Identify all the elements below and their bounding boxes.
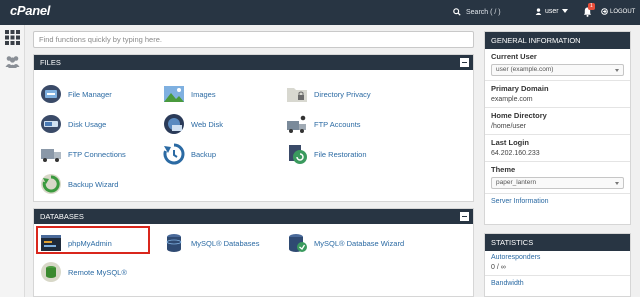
- file-restoration-link[interactable]: File Restoration: [286, 143, 367, 165]
- theme-label: Theme: [491, 165, 516, 174]
- folder-lock-icon: [287, 88, 307, 102]
- mysql-databases-link[interactable]: MySQL® Databases: [163, 232, 259, 254]
- remote-mysql-link[interactable]: Remote MySQL®: [40, 261, 127, 283]
- left-rail: [0, 25, 25, 297]
- file-manager-link[interactable]: File Manager: [40, 83, 112, 105]
- general-information-panel: GENERAL INFORMATION Current User user (e…: [484, 31, 631, 225]
- directory-privacy-link[interactable]: Directory Privacy: [286, 83, 371, 105]
- directory-privacy-label: Directory Privacy: [314, 89, 371, 99]
- backup-link[interactable]: Backup: [163, 143, 216, 165]
- theme-row: Theme paper_lantern: [485, 162, 630, 194]
- images-label: Images: [191, 89, 216, 99]
- home-directory-row: Home Directory /home/user: [485, 108, 630, 135]
- chevron-down-icon: [561, 9, 568, 13]
- files-title: FILES: [40, 58, 61, 67]
- users-icon[interactable]: [5, 54, 20, 69]
- mysql-database-wizard-label: MySQL® Database Wizard: [314, 238, 405, 248]
- primary-domain-label: Primary Domain: [491, 84, 549, 93]
- database-wizard-icon: [289, 234, 307, 252]
- backup-wizard-icon: [41, 174, 61, 194]
- theme-select[interactable]: paper_lantern: [491, 177, 624, 189]
- phpmyadmin-label: phpMyAdmin: [68, 238, 112, 248]
- current-user-select[interactable]: user (example.com): [491, 64, 624, 76]
- backup-icon: [163, 143, 185, 165]
- top-bar: cPanel Search ( / ) user 1 LOGOUT: [0, 0, 640, 25]
- statistics-panel: STATISTICS Autoresponders 0 / ∞ Bandwidt…: [484, 233, 631, 297]
- logout-label: LOGOUT: [610, 8, 636, 15]
- backup-wizard-label: Backup Wizard: [68, 179, 119, 189]
- cpanel-logo[interactable]: cPanel: [10, 3, 50, 18]
- file-manager-label: File Manager: [68, 89, 112, 99]
- images-link[interactable]: Images: [163, 83, 216, 105]
- current-user-row: Current User user (example.com): [485, 49, 630, 81]
- autoresponders-value: 0 / ∞: [491, 264, 506, 271]
- files-panel: FILES File Manager Images Directory Priv…: [33, 54, 474, 202]
- search-icon: [453, 8, 461, 16]
- ftp-accounts-link[interactable]: FTP Accounts: [286, 113, 361, 135]
- disk-usage-icon: [41, 115, 61, 133]
- current-user-label: Current User: [491, 52, 537, 61]
- last-login-value: 64.202.160.233: [491, 150, 540, 157]
- remote-mysql-label: Remote MySQL®: [68, 267, 127, 277]
- images-icon: [164, 86, 184, 102]
- database-icon: [166, 234, 182, 252]
- ftp-accounts-label: FTP Accounts: [314, 119, 361, 129]
- file-restoration-icon: [289, 145, 307, 164]
- web-disk-icon: [164, 114, 184, 134]
- statistics-header: STATISTICS: [485, 234, 630, 251]
- mysql-databases-label: MySQL® Databases: [191, 238, 260, 248]
- web-disk-label: Web Disk: [191, 119, 223, 129]
- user-name: user: [545, 8, 559, 15]
- disk-usage-link[interactable]: Disk Usage: [40, 113, 106, 135]
- grid-icon[interactable]: [5, 30, 20, 45]
- ftp-connections-label: FTP Connections: [68, 149, 126, 159]
- global-search[interactable]: Search ( / ): [453, 8, 501, 16]
- home-directory-label: Home Directory: [491, 111, 547, 120]
- databases-title: DATABASES: [40, 212, 84, 221]
- bandwidth-link[interactable]: Bandwidth: [485, 276, 630, 291]
- logout-button[interactable]: LOGOUT: [601, 8, 635, 15]
- primary-domain-value: example.com: [491, 96, 533, 103]
- backup-wizard-link[interactable]: Backup Wizard: [40, 173, 118, 195]
- ftp-connections-icon: [41, 149, 61, 162]
- autoresponders-row: Autoresponders 0 / ∞: [485, 251, 630, 276]
- phpmyadmin-link[interactable]: phpMyAdmin: [40, 232, 112, 254]
- databases-panel: DATABASES phpMyAdmin MySQL® Databases My…: [33, 208, 474, 297]
- collapse-icon[interactable]: [460, 58, 469, 67]
- notification-badge: 1: [588, 3, 595, 10]
- phpmyadmin-icon: [41, 235, 61, 251]
- ftp-accounts-icon: [287, 115, 306, 133]
- server-information-link[interactable]: Server Information: [485, 194, 630, 209]
- web-disk-link[interactable]: Web Disk: [163, 113, 223, 135]
- backup-label: Backup: [191, 149, 217, 159]
- file-manager-icon: [41, 85, 61, 103]
- last-login-row: Last Login 64.202.160.233: [485, 135, 630, 162]
- collapse-icon[interactable]: [460, 212, 469, 221]
- last-login-label: Last Login: [491, 138, 529, 147]
- find-functions-input[interactable]: Find functions quickly by typing here.: [33, 31, 474, 48]
- notifications-button[interactable]: 1: [583, 3, 595, 19]
- remote-mysql-icon: [41, 262, 61, 282]
- home-directory-value: /home/user: [491, 123, 527, 130]
- ftp-connections-link[interactable]: FTP Connections: [40, 143, 126, 165]
- file-restoration-label: File Restoration: [314, 149, 367, 159]
- mysql-database-wizard-link[interactable]: MySQL® Database Wizard: [286, 232, 404, 254]
- global-search-label: Search ( / ): [466, 8, 501, 16]
- databases-panel-header[interactable]: DATABASES: [34, 209, 473, 224]
- user-icon: [535, 8, 542, 15]
- disk-usage-label: Disk Usage: [68, 119, 107, 129]
- primary-domain-row: Primary Domain example.com: [485, 81, 630, 108]
- autoresponders-link[interactable]: Autoresponders: [491, 254, 624, 261]
- files-panel-header[interactable]: FILES: [34, 55, 473, 70]
- user-menu[interactable]: user: [535, 8, 568, 15]
- logout-icon: [601, 8, 608, 15]
- general-information-header: GENERAL INFORMATION: [485, 32, 630, 49]
